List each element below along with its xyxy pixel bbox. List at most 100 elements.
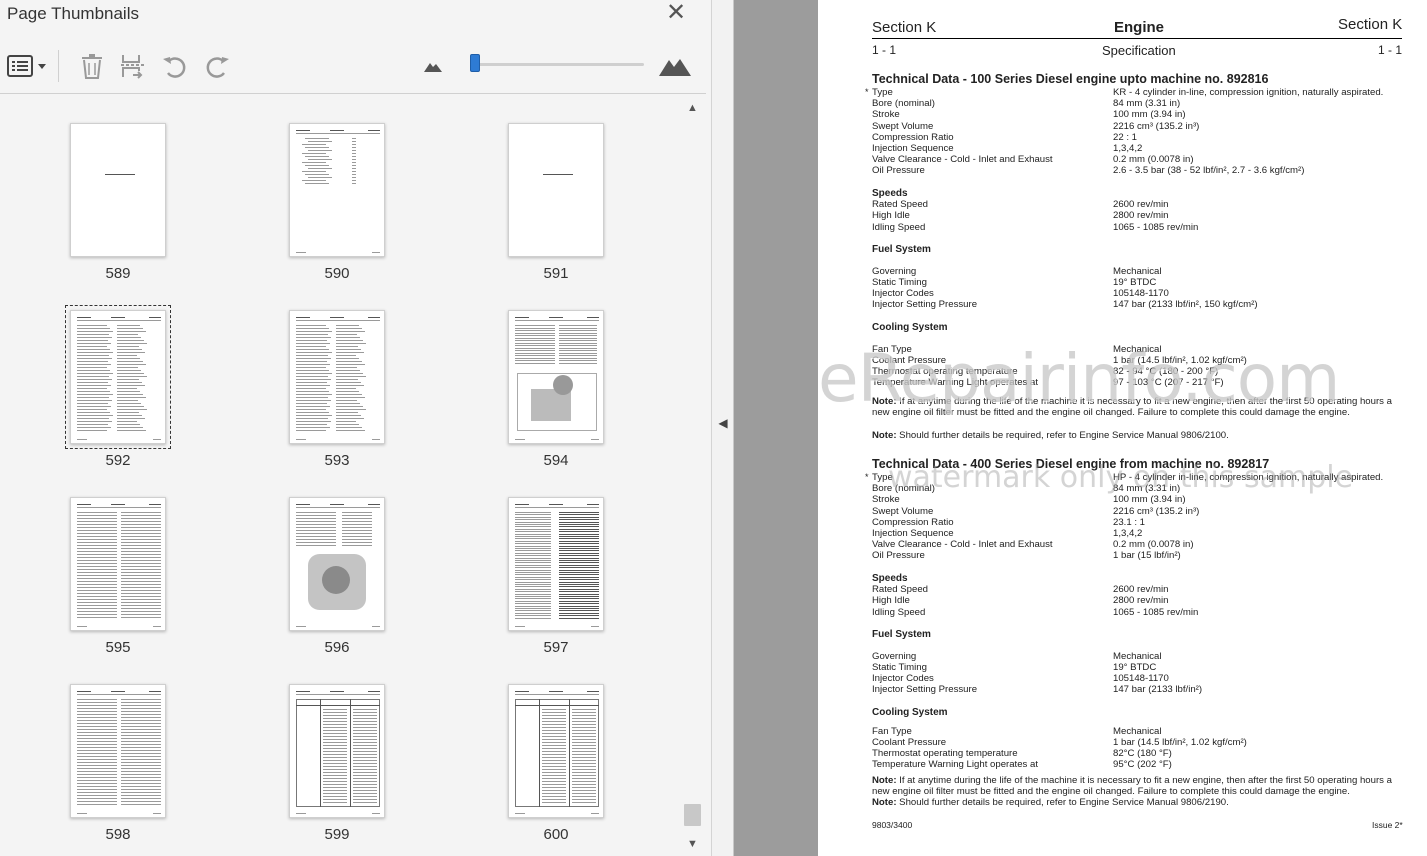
scrollbar-thumb[interactable]: [684, 804, 701, 826]
spec-value: 1 bar (14.5 lbf/in², 1.02 kgf/cm²): [1113, 736, 1247, 748]
panel-title: Page Thumbnails: [7, 4, 139, 23]
spec-row: Compression Ratio 22 : 1: [872, 132, 1137, 143]
note-label: Note:: [872, 797, 897, 809]
note-text: Should further details be required, refe…: [896, 797, 1229, 809]
thumbnail-preview: [508, 123, 604, 257]
spec-value: 2600 rev/min: [1113, 584, 1169, 596]
panel-splitter[interactable]: ◀: [712, 0, 734, 856]
thumbnail-options-button[interactable]: [6, 51, 48, 81]
spec-label: Injector Codes: [872, 288, 934, 300]
page-thumbnail[interactable]: 592: [33, 305, 203, 469]
note-label: Note:: [872, 430, 897, 442]
zoom-slider[interactable]: [470, 54, 644, 72]
thumbnail-scrollbar[interactable]: ▲ ▼: [683, 96, 702, 856]
spec-row: Compression Ratio 23.1 : 1: [872, 516, 1145, 528]
pdf-viewer-window: Page Thumbnails ✕ 589 590 591 592 593 59…: [0, 0, 1427, 856]
spec-row: Temperature Warning Light operates at 95°…: [872, 759, 1172, 770]
spec-row: High Idle 2800 rev/min: [872, 210, 1168, 221]
close-panel-button[interactable]: ✕: [662, 0, 690, 26]
scroll-up-arrow-icon[interactable]: ▲: [683, 102, 702, 120]
thumbnail-page-number: 600: [543, 826, 569, 843]
spec-row: Coolant Pressure 1 bar (14.5 lbf/in², 1.0…: [872, 736, 1247, 748]
revision-mark: *: [865, 87, 869, 97]
note-text: If at anytime during the life of the mac…: [872, 775, 1392, 798]
spec-label: Type: [872, 87, 893, 98]
redo-icon: [203, 53, 231, 79]
spec-label: Compression Ratio: [872, 516, 954, 528]
page-thumbnail[interactable]: 599: [252, 684, 422, 843]
note-label: Note:: [872, 775, 897, 787]
spec-value: 147 bar (2133 lbf/in²): [1113, 684, 1203, 696]
redo-button[interactable]: [202, 51, 232, 81]
note-paragraph: Note: Should further details be required…: [872, 430, 1412, 441]
subsection-heading: Fuel System: [872, 243, 931, 255]
spec-row: Injector Codes 105148-1170: [872, 288, 1169, 300]
watermark-logo: eRepairinfo.com: [818, 340, 1340, 417]
undo-button[interactable]: [160, 51, 190, 81]
page-thumbnail[interactable]: 589: [33, 123, 203, 282]
spec-label: Oil Pressure: [872, 550, 925, 562]
page-thumbnail[interactable]: 595: [33, 497, 203, 656]
page-thumbnail[interactable]: 593: [252, 310, 422, 469]
spec-value: 22 : 1: [1113, 131, 1138, 143]
spec-label: Swept Volume: [872, 505, 934, 517]
thumbnail-preview: [70, 497, 166, 631]
thumbnail-page-number: 589: [105, 265, 131, 282]
spec-value: 2216 cm³ (135.2 in³): [1113, 120, 1200, 132]
spec-value: 23.1 : 1: [1113, 516, 1146, 528]
page-thumbnail[interactable]: 591: [471, 123, 641, 282]
toolbar-separator: [58, 50, 59, 82]
spec-label: Idling Speed: [872, 221, 926, 233]
page-thumbnail[interactable]: 596: [252, 497, 422, 656]
spec-row: Static Timing 19° BTDC: [872, 277, 1156, 288]
spec-value: Mechanical: [1113, 265, 1162, 277]
spec-row: Valve Clearance - Cold - Inlet and Exhau…: [872, 154, 1194, 165]
header-page-right: 1 - 1: [1378, 43, 1403, 57]
spec-label: Coolant Pressure: [872, 736, 947, 748]
delete-pages-button[interactable]: [78, 51, 106, 81]
page-thumbnail[interactable]: 594: [471, 310, 641, 469]
spec-label: Stroke: [872, 109, 900, 121]
zoom-slider-handle[interactable]: [470, 54, 480, 72]
thumbnail-page-number: 590: [324, 265, 350, 282]
thumbnail-page-number: 593: [324, 452, 350, 469]
spec-value: 1,3,4,2: [1113, 143, 1143, 154]
zoom-out-button[interactable]: [422, 51, 444, 81]
spec-value: 84 mm (3.31 in): [1113, 98, 1181, 110]
spec-value: Mechanical: [1113, 650, 1162, 662]
collapse-panel-arrow-icon[interactable]: ◀: [716, 416, 730, 434]
page-thumbnail[interactable]: 590: [252, 123, 422, 282]
spec-value: 100 mm (3.94 in): [1113, 109, 1186, 121]
zoom-out-mountain-icon: [424, 60, 442, 72]
thumbnail-preview: [289, 497, 385, 631]
spec-row: Governing Mechanical: [872, 266, 1162, 277]
subsection-heading: Cooling System: [872, 321, 948, 333]
page-thumbnail[interactable]: 597: [471, 497, 641, 656]
spec-row: High Idle 2800 rev/min: [872, 595, 1168, 606]
extract-pages-icon: [119, 53, 147, 79]
thumbnail-page-number: 594: [543, 452, 569, 469]
spec-row: Type KR - 4 cylinder in-line, compression…: [872, 87, 1383, 98]
thumbnail-preview: [70, 684, 166, 818]
spec-label: Stroke: [872, 494, 900, 506]
spec-value: 1065 - 1085 rev/min: [1113, 221, 1199, 233]
spec-value: 19° BTDC: [1113, 661, 1157, 673]
spec-row: Thermostat operating temperature 82°C (18…: [872, 748, 1172, 759]
header-rule: [872, 38, 1402, 39]
spec-label: Rated Speed: [872, 584, 929, 596]
spec-value: 1065 - 1085 rev/min: [1113, 606, 1199, 618]
thumbnail-page-number: 596: [324, 639, 350, 656]
zoom-in-button[interactable]: [658, 51, 692, 81]
page-thumbnail[interactable]: 598: [33, 684, 203, 843]
document-viewer-background: [734, 0, 818, 856]
thumbnail-page-number: 591: [543, 265, 569, 282]
spec-label: Bore (nominal): [872, 98, 935, 110]
spec-row: Injector Setting Pressure 147 bar (2133 l…: [872, 299, 1258, 310]
extract-pages-button[interactable]: [118, 51, 148, 81]
subsection-heading: Cooling System: [872, 706, 948, 718]
page-thumbnail[interactable]: 600: [471, 684, 641, 843]
thumbnail-preview: [289, 123, 385, 257]
scroll-down-arrow-icon[interactable]: ▼: [683, 838, 702, 856]
spec-value: 2800 rev/min: [1113, 210, 1169, 222]
thumbnail-preview: [289, 310, 385, 444]
